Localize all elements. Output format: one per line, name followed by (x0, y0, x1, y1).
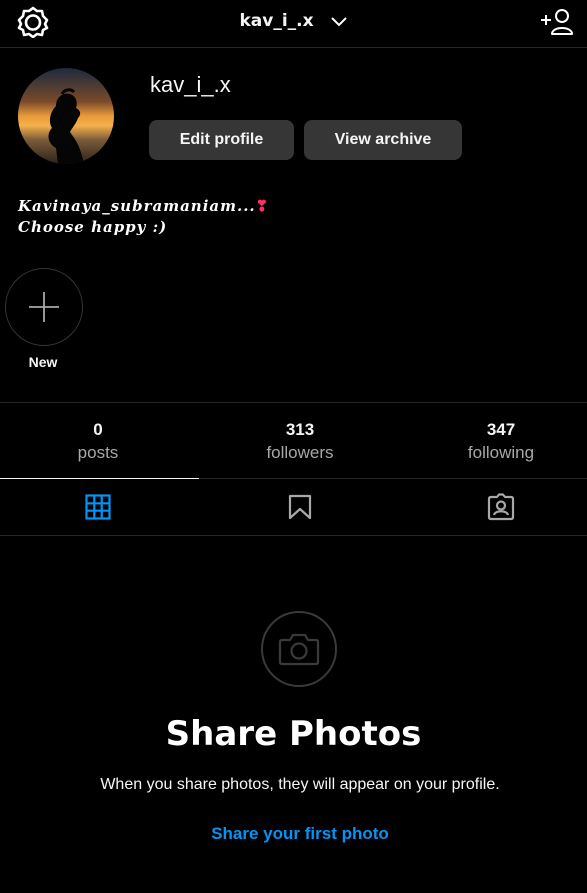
view-archive-button[interactable]: View archive (304, 120, 462, 160)
heart-emoji: ❣ (255, 197, 270, 215)
tagged-icon (487, 493, 514, 521)
following-count: 347 (486, 420, 516, 439)
tab-tagged[interactable] (403, 479, 587, 535)
profile-username: kav_i_.x (150, 72, 231, 97)
plus-icon (29, 292, 59, 322)
bio-line-2: Choose happy :) (18, 218, 168, 236)
followers-count: 313 (285, 420, 315, 439)
edit-profile-button[interactable]: Edit profile (149, 120, 294, 160)
bookmark-icon (288, 494, 311, 520)
avatar[interactable] (18, 68, 114, 164)
chevron-down-icon (330, 13, 348, 33)
posts-count: 0 (93, 420, 103, 439)
share-first-photo-link[interactable]: Share your first photo (0, 824, 587, 844)
stats-bar: 0 posts 313 followers 347 following (0, 402, 587, 479)
posts-label: posts (77, 443, 119, 462)
add-user-icon[interactable] (540, 7, 574, 37)
bio-line-1: Kavinaya_subramaniam...❣ (18, 196, 269, 217)
followers-label: followers (266, 443, 334, 462)
tab-saved[interactable] (202, 479, 397, 535)
following-stat[interactable]: 347 following (403, 420, 587, 463)
followers-stat[interactable]: 313 followers (202, 420, 398, 463)
bio: Kavinaya_subramaniam...❣ Choose happy :) (18, 196, 269, 238)
empty-state-subtitle: When you share photos, they will appear … (100, 776, 500, 793)
bio-text-1: Kavinaya_subramaniam... (18, 197, 256, 215)
content-tabs (0, 478, 587, 536)
grid-icon (84, 494, 111, 520)
camera-icon (261, 611, 337, 687)
following-label: following (467, 443, 535, 462)
posts-stat: 0 posts (0, 420, 196, 463)
profile-page: kav_i_.x kav_i_.x Edit profile View arch… (0, 0, 587, 893)
tab-posts-grid[interactable] (0, 479, 195, 535)
header-username: kav_i_.x (239, 11, 314, 31)
empty-state-title: Share Photos (165, 714, 422, 754)
new-highlight-button[interactable] (5, 268, 83, 346)
top-bar: kav_i_.x (0, 0, 587, 48)
account-switcher[interactable]: kav_i_.x (0, 11, 587, 33)
new-highlight-label: New (28, 354, 58, 370)
